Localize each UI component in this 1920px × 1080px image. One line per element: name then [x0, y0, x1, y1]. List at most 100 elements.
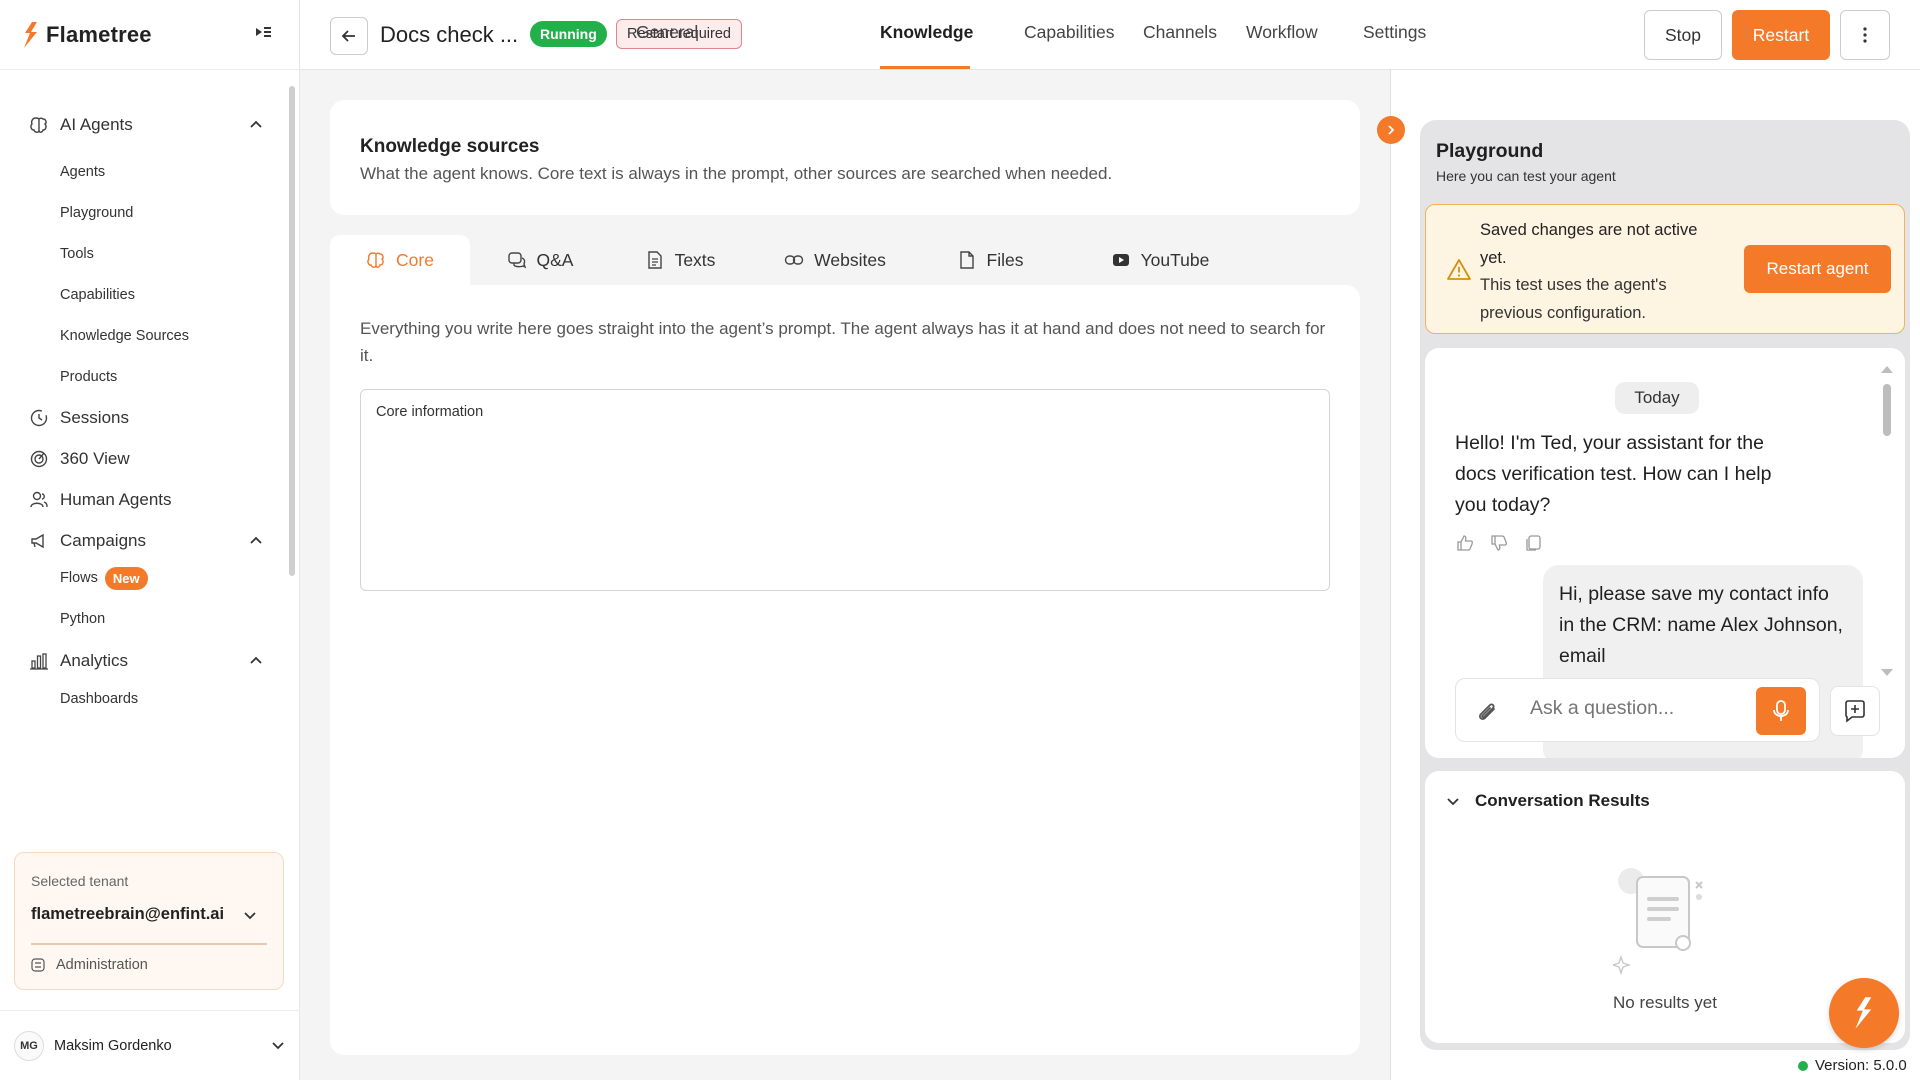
copy-icon[interactable]	[1523, 533, 1543, 553]
scroll-up-arrow[interactable]	[1881, 366, 1893, 373]
question-input[interactable]	[1530, 697, 1720, 720]
warning-title: Saved changes are not active yet.	[1480, 221, 1698, 267]
bar-chart-icon	[28, 650, 50, 672]
sidebar-section-label: Analytics	[60, 651, 129, 670]
brand-name: Flametree	[46, 21, 152, 47]
agent-title: Docs check ...	[380, 22, 519, 47]
sidebar-section-label: Human Agents	[60, 490, 172, 509]
sidebar-section-sessions[interactable]: Sessions	[28, 403, 263, 433]
tab-texts[interactable]: Texts	[610, 235, 750, 285]
stop-button[interactable]: Stop	[1644, 10, 1722, 60]
chat-scrollbar[interactable]	[1881, 366, 1893, 676]
chevron-up-icon[interactable]	[249, 118, 263, 132]
tab-general[interactable]: General	[636, 22, 698, 43]
avatar: MG	[14, 1030, 44, 1061]
sidebar-section-360-view[interactable]: 360 View	[28, 444, 263, 474]
message-actions	[1455, 533, 1543, 553]
sidebar-item-python[interactable]: Python	[60, 607, 105, 631]
tab-label: Websites	[814, 249, 886, 270]
sidebar-section-analytics[interactable]: Analytics	[28, 646, 263, 676]
new-badge: New	[104, 566, 148, 590]
sidebar-item-knowledge-sources[interactable]: Knowledge Sources	[60, 324, 189, 348]
divider	[31, 943, 267, 945]
status-dot	[1798, 1060, 1808, 1071]
collapse-panel-button[interactable]	[1377, 116, 1405, 144]
scroll-down-arrow[interactable]	[1881, 669, 1893, 676]
tab-core[interactable]: Core	[330, 235, 470, 285]
brain-icon	[367, 252, 384, 268]
scrollbar-thumb[interactable]	[1883, 384, 1891, 436]
file-icon	[959, 251, 974, 269]
tab-capabilities[interactable]: Capabilities	[1024, 22, 1114, 43]
sidebar-section-label: 360 View	[60, 449, 130, 468]
tab-settings[interactable]: Settings	[1363, 22, 1426, 43]
chevron-up-icon[interactable]	[249, 654, 263, 668]
results-title: Conversation Results	[1475, 791, 1650, 810]
microphone-icon	[1773, 700, 1789, 721]
thumbs-up-icon[interactable]	[1455, 533, 1475, 553]
thumbs-down-icon[interactable]	[1489, 533, 1509, 553]
sidebar-section-campaigns[interactable]: Campaigns	[28, 526, 263, 556]
administration-link[interactable]: Administration	[31, 957, 148, 973]
sidebar-item-tools[interactable]: Tools	[60, 242, 94, 266]
core-information-label: Core information	[376, 404, 484, 420]
playground-subtitle: Here you can test your agent	[1436, 168, 1616, 184]
sidebar-item-playground[interactable]: Playground	[60, 201, 133, 225]
chevron-down-icon[interactable]	[270, 1037, 286, 1053]
tab-files[interactable]: Files	[920, 235, 1060, 285]
new-chat-button[interactable]	[1830, 686, 1880, 736]
warning-body: This test uses the agent's previous conf…	[1480, 276, 1667, 322]
voice-input-button[interactable]	[1756, 687, 1806, 735]
tab-websites[interactable]: Websites	[750, 235, 920, 285]
restart-agent-button[interactable]: Restart agent	[1744, 245, 1891, 293]
sidebar-item-capabilities[interactable]: Capabilities	[60, 283, 135, 307]
sidebar-section-label: Campaigns	[60, 531, 146, 550]
message-composer	[1455, 678, 1820, 742]
restart-warning-banner: Saved changes are not active yet. This t…	[1425, 204, 1905, 334]
tab-channels[interactable]: Channels	[1143, 22, 1217, 43]
sidebar-section-label: AI Agents	[60, 115, 133, 134]
restart-button[interactable]: Restart	[1732, 10, 1830, 60]
chevron-down-icon[interactable]	[1445, 793, 1461, 809]
sidebar-item-dashboards[interactable]: Dashboards	[60, 687, 138, 711]
user-profile[interactable]: MG Maksim Gordenko	[0, 1010, 300, 1080]
tab-workflow[interactable]: Workflow	[1246, 22, 1318, 43]
tenant-email[interactable]: flametreebrain@enfint.ai	[31, 905, 224, 924]
sidebar-item-products[interactable]: Products	[60, 365, 117, 389]
brain-icon	[28, 114, 50, 136]
core-information-field[interactable]: Core information	[360, 389, 1330, 591]
sidebar-section-label: Sessions	[60, 408, 129, 427]
main-content: Knowledge sources What the agent knows. …	[300, 70, 1390, 1080]
tab-label: YouTube	[1140, 249, 1210, 270]
chat-bubbles-icon	[507, 252, 526, 269]
history-icon	[28, 407, 50, 429]
top-bar: Docs check ... Running Restart required …	[300, 0, 1920, 70]
kebab-menu-icon	[1863, 27, 1867, 43]
core-description: Everything you write here goes straight …	[360, 319, 1326, 365]
collapse-sidebar-icon[interactable]	[253, 22, 273, 42]
assistant-fab-button[interactable]	[1829, 978, 1899, 1048]
chevron-down-icon[interactable]	[243, 908, 257, 922]
sidebar-item-agents[interactable]: Agents	[60, 160, 105, 184]
tab-youtube[interactable]: YouTube	[1060, 235, 1260, 285]
page-title: Knowledge sources	[360, 136, 540, 157]
tab-qa[interactable]: Q&A	[470, 235, 610, 285]
core-tab-panel: Everything you write here goes straight …	[330, 285, 1360, 1055]
sidebar-section-human-agents[interactable]: Human Agents	[28, 485, 263, 515]
flametree-logo-icon	[24, 21, 37, 48]
scrollbar-thumb[interactable]	[289, 86, 295, 576]
sidebar-item-flows[interactable]: Flows New	[60, 566, 148, 590]
results-header[interactable]: Conversation Results	[1445, 791, 1650, 811]
sidebar-section-ai-agents[interactable]: AI Agents	[28, 110, 263, 140]
sidebar-scrollbar[interactable]	[289, 76, 295, 830]
tab-knowledge[interactable]: Knowledge	[880, 22, 973, 43]
playground-panel: Playground Here you can test your agent …	[1420, 120, 1910, 1050]
back-button[interactable]	[330, 17, 368, 55]
bot-message: Hello! I'm Ted, your assistant for the d…	[1455, 432, 1772, 516]
sidebar-item-label: Flows	[60, 570, 98, 586]
chevron-up-icon[interactable]	[249, 534, 263, 548]
more-options-button[interactable]	[1840, 10, 1890, 60]
paperclip-icon[interactable]	[1474, 697, 1500, 725]
document-icon	[647, 251, 662, 269]
tab-label: Q&A	[536, 249, 574, 270]
